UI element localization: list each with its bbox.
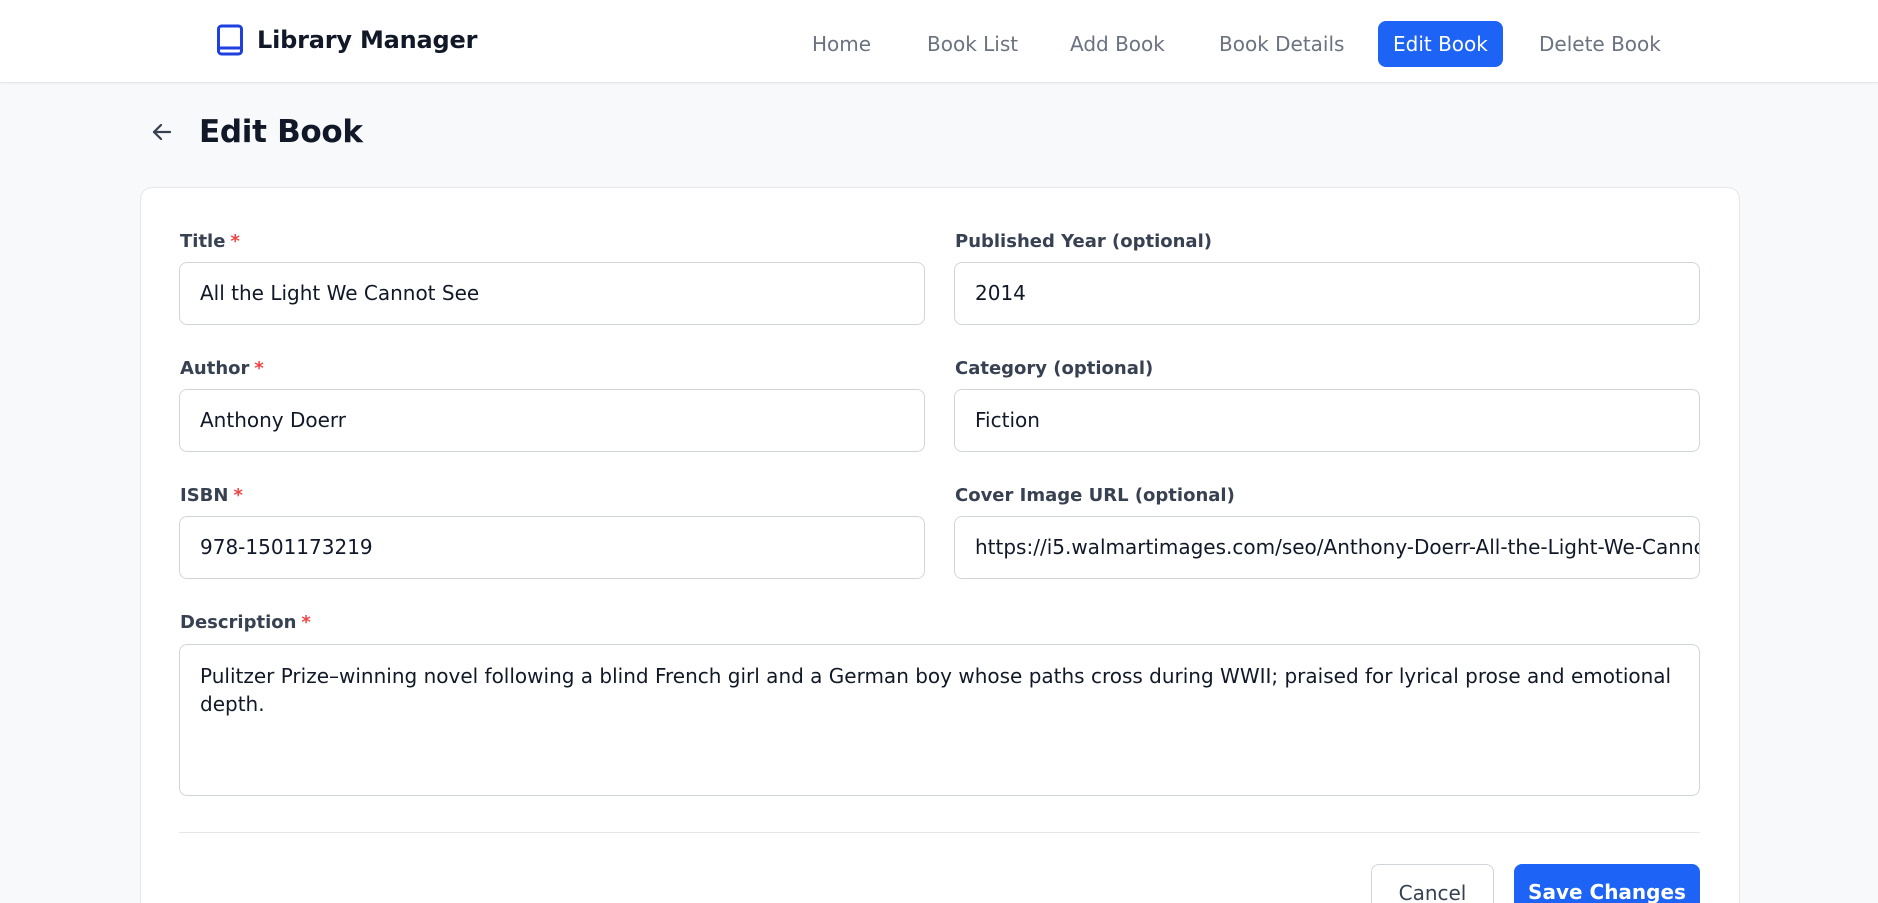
isbn-input[interactable]: 978-1501173219	[179, 516, 925, 579]
category-input[interactable]: Fiction	[954, 389, 1700, 452]
isbn-label: ISBN *	[180, 485, 243, 506]
title-input[interactable]: All the Light We Cannot See	[179, 262, 925, 325]
description-label: Description *	[180, 612, 311, 633]
required-marker: *	[301, 612, 311, 633]
nav-book-details[interactable]: Book Details	[1204, 21, 1359, 67]
description-textarea[interactable]: Pulitzer Prize–winning novel following a…	[179, 644, 1700, 796]
nav-home[interactable]: Home	[797, 21, 886, 67]
main-nav: Home Book List Add Book Book Details Edi…	[0, 21, 1878, 67]
arrow-left-icon	[151, 121, 173, 148]
nav-book-list[interactable]: Book List	[912, 21, 1033, 67]
author-input[interactable]: Anthony Doerr	[179, 389, 925, 452]
nav-delete-book[interactable]: Delete Book	[1524, 21, 1676, 67]
title-label: Title *	[180, 231, 240, 252]
required-marker: *	[254, 358, 264, 379]
author-label: Author *	[180, 358, 264, 379]
back-button[interactable]	[146, 118, 178, 150]
save-changes-button[interactable]: Save Changes	[1514, 864, 1700, 903]
cancel-button[interactable]: Cancel	[1371, 864, 1494, 903]
published-year-label: Published Year (optional)	[955, 231, 1212, 252]
cover-url-input[interactable]: https://i5.walmartimages.com/seo/Anthony…	[954, 516, 1700, 579]
nav-edit-book[interactable]: Edit Book	[1378, 21, 1503, 67]
cover-url-label: Cover Image URL (optional)	[955, 485, 1235, 506]
top-navbar: Library Manager Home Book List Add Book …	[0, 0, 1878, 83]
category-label: Category (optional)	[955, 358, 1154, 379]
required-marker: *	[230, 231, 240, 252]
page-title: Edit Book	[199, 114, 363, 150]
nav-add-book[interactable]: Add Book	[1055, 21, 1180, 67]
published-year-input[interactable]: 2014	[954, 262, 1700, 325]
required-marker: *	[233, 485, 243, 506]
divider	[179, 832, 1700, 833]
